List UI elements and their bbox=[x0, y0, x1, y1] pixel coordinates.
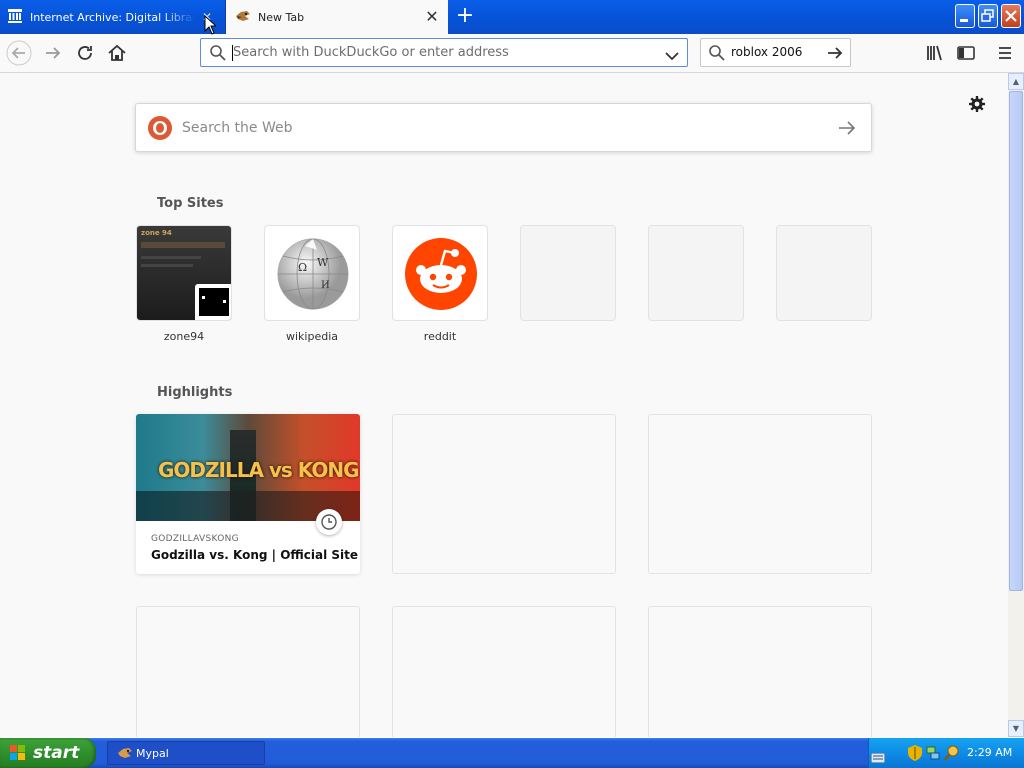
scroll-up-button[interactable]: ▲ bbox=[1008, 73, 1024, 90]
arrow-right-icon[interactable] bbox=[826, 44, 844, 66]
sidebar-icon[interactable] bbox=[953, 40, 979, 66]
archive-icon bbox=[8, 8, 22, 26]
highlight-card[interactable]: GODZILLA vs KONG GODZILLAVSKONG Godzilla… bbox=[136, 414, 360, 574]
reddit-icon bbox=[405, 238, 477, 310]
highlight-placeholder bbox=[648, 414, 872, 574]
tab-title: Internet Archive: Digital Library of Fre… bbox=[30, 10, 195, 24]
highlight-placeholder bbox=[392, 606, 616, 737]
highlight-placeholder bbox=[392, 414, 616, 574]
highlight-placeholder bbox=[648, 606, 872, 737]
clock: 2:29 AM bbox=[967, 746, 1013, 759]
tab-new-tab[interactable]: New Tab ✕ bbox=[225, 0, 448, 34]
network-icon[interactable] bbox=[926, 745, 940, 765]
security-shield-icon[interactable] bbox=[908, 745, 922, 765]
highlight-title: Godzilla vs. Kong | Official Site bbox=[151, 548, 359, 562]
highlight-image: GODZILLA vs KONG bbox=[136, 414, 360, 521]
back-button[interactable] bbox=[6, 40, 32, 66]
restore-button[interactable] bbox=[978, 4, 998, 28]
svg-text:W: W bbox=[317, 256, 329, 269]
empty-tile bbox=[520, 225, 616, 321]
tab-internet-archive[interactable]: Internet Archive: Digital Library of Fre… bbox=[0, 0, 222, 34]
web-search-placeholder: Search the Web bbox=[182, 120, 293, 136]
address-placeholder: Search with DuckDuckGo or enter address bbox=[233, 45, 509, 60]
highlight-image-text: GODZILLA vs KONG bbox=[158, 458, 360, 482]
taskbar-item-mypal[interactable]: Mypal bbox=[107, 741, 265, 765]
tab-strip: Internet Archive: Digital Library of Fre… bbox=[0, 0, 1024, 34]
tab-title: New Tab bbox=[258, 10, 305, 24]
clock-icon bbox=[316, 509, 342, 535]
search-icon bbox=[708, 44, 726, 66]
gear-icon[interactable] bbox=[966, 93, 988, 115]
svg-text:Ω: Ω bbox=[298, 261, 307, 274]
top-site-empty bbox=[648, 225, 744, 321]
top-site-empty bbox=[776, 225, 872, 321]
search-icon[interactable] bbox=[944, 745, 960, 765]
web-search-box[interactable]: Search the Web bbox=[135, 103, 872, 152]
zone94-icon bbox=[195, 284, 231, 320]
keyboard-icon[interactable] bbox=[870, 748, 886, 767]
chevron-down-icon[interactable] bbox=[665, 47, 679, 66]
reload-button[interactable] bbox=[72, 40, 98, 66]
wikipedia-globe-icon: Ω W И bbox=[277, 238, 349, 310]
duckduckgo-icon bbox=[148, 116, 172, 140]
search-bar[interactable]: roblox 2006 bbox=[700, 38, 851, 67]
forward-button[interactable] bbox=[40, 40, 66, 66]
start-button[interactable]: start bbox=[0, 738, 96, 768]
site-label: zone94 bbox=[163, 330, 205, 343]
vertical-scrollbar[interactable]: ▲ ▼ bbox=[1008, 73, 1024, 737]
library-icon[interactable] bbox=[921, 40, 947, 66]
site-thumbnail: zone 94 bbox=[136, 225, 232, 321]
empty-tile bbox=[776, 225, 872, 321]
top-site-empty bbox=[520, 225, 616, 321]
taskbar-item-label: Mypal bbox=[136, 747, 169, 760]
close-window-button[interactable] bbox=[1001, 4, 1021, 28]
highlight-placeholder bbox=[136, 606, 360, 737]
svg-text:И: И bbox=[321, 280, 330, 291]
site-label: reddit bbox=[423, 330, 457, 343]
new-tab-page: Search the Web Top Sites zone 94 zone94 bbox=[0, 73, 1008, 737]
minimize-button[interactable] bbox=[955, 4, 975, 28]
mouse-cursor-icon bbox=[204, 14, 218, 39]
new-tab-button[interactable]: + bbox=[452, 4, 478, 30]
search-icon bbox=[209, 44, 227, 66]
menu-icon[interactable] bbox=[992, 40, 1018, 66]
navigation-toolbar: Search with DuckDuckGo or enter address … bbox=[0, 34, 1024, 73]
arrow-right-icon[interactable] bbox=[837, 118, 857, 142]
windows-logo-icon bbox=[10, 745, 26, 761]
empty-tile bbox=[648, 225, 744, 321]
home-button[interactable] bbox=[104, 40, 130, 66]
scroll-down-button[interactable]: ▼ bbox=[1008, 720, 1024, 737]
search-value: roblox 2006 bbox=[731, 45, 803, 59]
top-site-zone94[interactable]: zone 94 zone94 bbox=[136, 225, 232, 343]
site-thumbnail: Ω W И bbox=[264, 225, 360, 321]
scrollbar-thumb[interactable] bbox=[1009, 91, 1023, 591]
taskbar: start Mypal 2:29 AM bbox=[0, 738, 1024, 768]
mypal-icon bbox=[117, 746, 133, 763]
highlights-heading: Highlights bbox=[157, 385, 233, 400]
highlight-host: GODZILLAVSKONG bbox=[151, 534, 239, 544]
start-label: start bbox=[33, 743, 80, 763]
site-thumbnail bbox=[392, 225, 488, 321]
address-bar[interactable]: Search with DuckDuckGo or enter address bbox=[200, 38, 688, 67]
mypal-icon bbox=[235, 9, 251, 26]
site-label: wikipedia bbox=[285, 330, 338, 343]
top-site-reddit[interactable]: reddit bbox=[392, 225, 488, 343]
top-site-wikipedia[interactable]: Ω W И wikipedia bbox=[264, 225, 360, 343]
close-tab-icon[interactable]: ✕ bbox=[424, 9, 440, 25]
top-sites-heading: Top Sites bbox=[157, 196, 224, 211]
